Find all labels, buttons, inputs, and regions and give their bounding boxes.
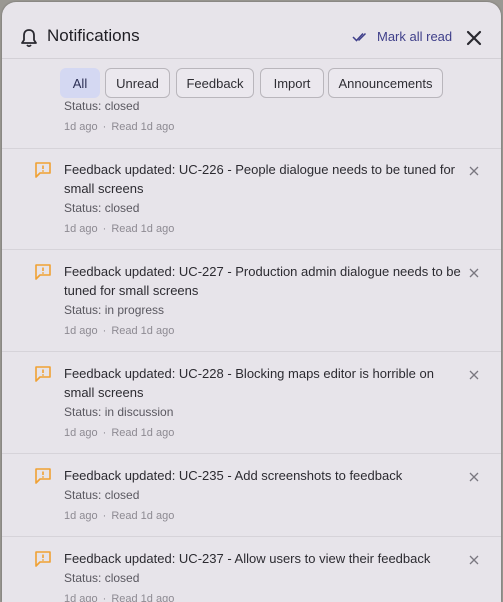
panel-title: Notifications <box>47 26 140 45</box>
filter-bar: All Unread Feedback Import Announcements <box>2 68 501 98</box>
feedback-icon <box>35 468 51 484</box>
notification-read-time: Read 1d ago <box>111 121 175 133</box>
notification-status: Status: closed <box>64 201 140 215</box>
notification-time: 1d ago <box>64 223 98 235</box>
filter-all[interactable]: All <box>60 68 100 98</box>
notification-title: Feedback updated: UC-226 - People dialog… <box>64 162 455 196</box>
notification-title: Feedback updated: UC-237 - Allow users t… <box>64 551 431 566</box>
dismiss-icon[interactable] <box>469 370 479 380</box>
filter-announcements[interactable]: Announcements <box>328 68 443 98</box>
meta-separator: · <box>102 223 107 235</box>
notification-meta: 1d ago · Read 1d ago <box>64 510 174 522</box>
mark-all-read-button[interactable]: Mark all read <box>352 29 452 44</box>
notification-time: 1d ago <box>64 121 98 133</box>
feedback-icon <box>35 162 51 178</box>
notification-item[interactable]: Feedback updated: UC-227 - Production ad… <box>2 250 501 352</box>
notification-read-time: Read 1d ago <box>111 325 175 337</box>
notification-meta: 1d ago · Read 1d ago <box>64 325 174 337</box>
dismiss-icon[interactable] <box>469 268 479 278</box>
notification-meta: 1d ago · Read 1d ago <box>64 427 174 439</box>
double-check-icon <box>352 32 367 42</box>
meta-separator: · <box>102 325 107 337</box>
notification-read-time: Read 1d ago <box>111 593 175 602</box>
panel-header: Notifications Mark all read <box>2 2 501 58</box>
close-icon[interactable] <box>463 27 485 49</box>
filter-feedback[interactable]: Feedback <box>176 68 254 98</box>
notification-time: 1d ago <box>64 510 98 522</box>
notification-status: Status: closed <box>64 571 140 585</box>
notification-meta: 1d ago · Read 1d ago <box>64 121 174 133</box>
notification-status: Status: closed <box>64 488 140 502</box>
notifications-panel: Notifications Mark all read Status: clos… <box>2 2 501 602</box>
feedback-icon <box>35 366 51 382</box>
notification-title: Feedback updated: UC-235 - Add screensho… <box>64 468 403 483</box>
notification-item[interactable]: Feedback updated: UC-228 - Blocking maps… <box>2 352 501 454</box>
feedback-icon <box>35 264 51 280</box>
dismiss-icon[interactable] <box>469 472 479 482</box>
meta-separator: · <box>102 510 107 522</box>
notification-status: Status: closed <box>64 99 140 113</box>
filter-unread[interactable]: Unread <box>105 68 170 98</box>
notification-status: Status: in discussion <box>64 405 174 419</box>
notification-item[interactable]: Feedback updated: UC-237 - Allow users t… <box>2 537 501 602</box>
dismiss-icon[interactable] <box>469 555 479 565</box>
filter-import[interactable]: Import <box>260 68 324 98</box>
notification-meta: 1d ago · Read 1d ago <box>64 593 174 602</box>
notification-read-time: Read 1d ago <box>111 510 175 522</box>
notification-list[interactable]: Status: closed 1d ago · Read 1d ago Feedba… <box>2 59 501 602</box>
mark-all-read-label: Mark all read <box>377 29 453 44</box>
notification-title: Feedback updated: UC-228 - Blocking maps… <box>64 366 434 400</box>
notification-title: Feedback updated: UC-227 - Production ad… <box>64 264 461 298</box>
meta-separator: · <box>102 427 107 439</box>
dismiss-icon[interactable] <box>469 166 479 176</box>
notification-item[interactable]: Feedback updated: UC-235 - Add screensho… <box>2 454 501 537</box>
notification-time: 1d ago <box>64 427 98 439</box>
notification-meta: 1d ago · Read 1d ago <box>64 223 174 235</box>
notification-read-time: Read 1d ago <box>111 427 175 439</box>
notification-time: 1d ago <box>64 325 98 337</box>
notification-time: 1d ago <box>64 593 98 602</box>
meta-separator: · <box>102 121 107 133</box>
notification-status: Status: in progress <box>64 303 165 317</box>
notification-read-time: Read 1d ago <box>111 223 175 235</box>
meta-separator: · <box>102 593 107 602</box>
bell-icon <box>21 29 37 48</box>
notification-item[interactable]: Feedback updated: UC-226 - People dialog… <box>2 148 501 250</box>
feedback-icon <box>35 551 51 567</box>
